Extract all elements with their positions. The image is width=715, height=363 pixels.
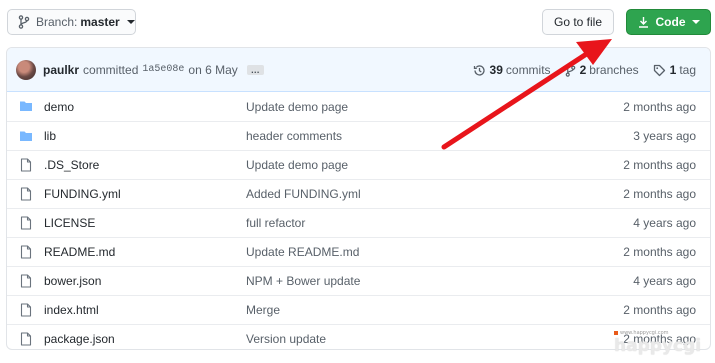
table-row: FUNDING.yml Added FUNDING.yml 2 months ago (7, 179, 710, 208)
file-list: demo Update demo page 2 months ago lib heade… (7, 92, 710, 349)
file-icon (20, 158, 32, 172)
commit-age: 2 months ago (623, 99, 696, 114)
tag-icon (653, 64, 665, 76)
commit-message-link[interactable]: Update demo page (246, 158, 348, 172)
commit-verb: committed (83, 62, 139, 77)
tags-link[interactable]: 1 tag (653, 63, 696, 77)
commit-sha[interactable]: 1a5e08e (142, 64, 184, 75)
file-name-link[interactable]: lib (44, 129, 56, 143)
table-row: .DS_Store Update demo page 2 months ago (7, 150, 710, 179)
commit-age: 2 months ago (623, 187, 696, 201)
commits-link[interactable]: 39 commits (473, 63, 551, 77)
commits-count: 39 (489, 63, 503, 77)
commit-message-link[interactable]: Added FUNDING.yml (246, 187, 361, 201)
chevron-down-icon (126, 20, 135, 24)
commit-age: 3 years ago (633, 129, 696, 143)
file-name-link[interactable]: FUNDING.yml (44, 187, 121, 201)
folder-icon (20, 131, 32, 141)
watermark-logo: www.happycgi.com happycgi (614, 330, 710, 356)
go-to-file-button[interactable]: Go to file (542, 9, 614, 35)
commit-message-link[interactable]: header comments (246, 129, 342, 143)
branches-link[interactable]: 2 branches (565, 63, 639, 77)
branch-name: master (80, 15, 120, 29)
commit-message-link[interactable]: Version update (246, 332, 326, 346)
branch-select-button[interactable]: Branch: master (7, 9, 136, 35)
file-name-link[interactable]: LICENSE (44, 216, 95, 230)
commit-message-link[interactable]: Update README.md (246, 245, 359, 259)
commit-age: 4 years ago (633, 216, 696, 230)
commit-date: on 6 May (188, 62, 238, 77)
file-name-link[interactable]: bower.json (44, 274, 101, 288)
table-row: bower.json NPM + Bower update 4 years ago (7, 266, 710, 295)
file-icon (20, 216, 32, 230)
code-button-label: Code (655, 15, 686, 29)
git-branch-icon (18, 15, 30, 29)
commit-author[interactable]: paulkr (43, 63, 79, 77)
table-row: LICENSE full refactor 4 years ago (7, 208, 710, 237)
table-row: package.json Version update 2 months ago (7, 324, 710, 349)
chevron-down-icon (691, 20, 700, 24)
file-icon (20, 332, 32, 346)
file-icon (20, 274, 32, 288)
file-name-link[interactable]: index.html (44, 303, 99, 317)
code-button[interactable]: Code (626, 9, 711, 35)
file-icon (20, 303, 32, 317)
file-icon (20, 245, 32, 259)
table-row: README.md Update README.md 2 months ago (7, 237, 710, 266)
commit-age: 4 years ago (633, 274, 696, 288)
watermark-text: happycgi (614, 336, 702, 356)
git-branch-icon (565, 63, 575, 77)
download-icon (638, 17, 648, 28)
commit-message-link[interactable]: NPM + Bower update (246, 274, 360, 288)
table-row: lib header comments 3 years ago (7, 121, 710, 150)
folder-icon (20, 101, 32, 111)
commit-message-link[interactable]: Merge (246, 303, 280, 317)
file-icon (20, 187, 32, 201)
branch-prefix: Branch: (36, 15, 78, 29)
avatar[interactable] (16, 59, 36, 80)
tags-label: tag (679, 63, 696, 77)
branches-count: 2 (579, 63, 587, 77)
file-table: paulkr committed 1a5e08e on 6 May … 39 c… (6, 47, 711, 350)
latest-commit-bar: paulkr committed 1a5e08e on 6 May … 39 c… (7, 48, 710, 92)
history-icon (473, 64, 485, 76)
file-name-link[interactable]: .DS_Store (44, 158, 99, 172)
commit-message-link[interactable]: Update demo page (246, 100, 348, 114)
tags-count: 1 (669, 63, 677, 77)
file-name-link[interactable]: package.json (44, 332, 115, 346)
commit-age: 2 months ago (623, 303, 696, 317)
table-row: index.html Merge 2 months ago (7, 295, 710, 324)
watermark-mark (614, 331, 618, 335)
commit-age: 2 months ago (623, 158, 696, 172)
table-row: demo Update demo page 2 months ago (7, 92, 710, 121)
repo-stats: 39 commits 2 branches 1 tag (473, 48, 710, 92)
repo-toolbar: Branch: master Go to file Code (0, 0, 715, 44)
commit-expand-button[interactable]: … (246, 64, 264, 75)
commit-message-link[interactable]: full refactor (246, 216, 305, 230)
commit-age: 2 months ago (623, 245, 696, 259)
file-name-link[interactable]: README.md (44, 245, 115, 259)
branches-label: branches (589, 63, 639, 77)
commits-label: commits (505, 63, 551, 77)
file-name-link[interactable]: demo (44, 100, 74, 114)
